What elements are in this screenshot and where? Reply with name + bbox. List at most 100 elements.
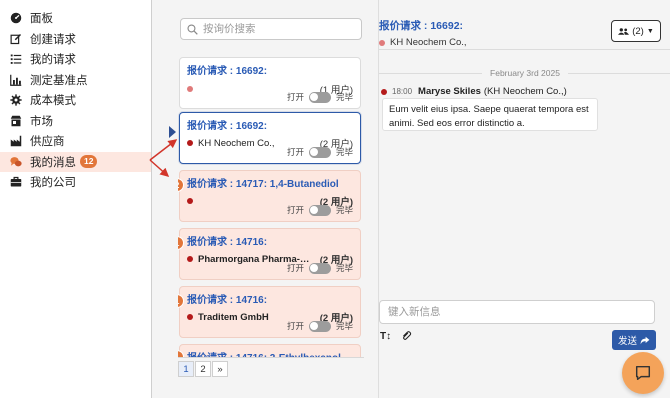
search-icon [187, 23, 198, 35]
open-label: 打开 [286, 205, 304, 215]
status-dot [187, 86, 193, 92]
chat-header: 报价请求 : 16692: KH Neochem Co., (2) ▼ [379, 0, 670, 50]
store-icon [9, 114, 22, 127]
gear-icon [9, 94, 22, 107]
open-done-toggle[interactable] [308, 204, 331, 216]
status-dot [187, 314, 193, 320]
send-button[interactable]: 发送 [612, 330, 656, 350]
bar-chart-icon [9, 73, 22, 86]
edit-icon [9, 32, 22, 45]
request-card[interactable]: 报价请求 : 14716: Traditem GmbH (2 用户) 打开 完毕 [179, 286, 361, 338]
open-done-toggle[interactable] [308, 91, 331, 103]
request-title: 报价请求 : 14716: 2-Ethylhexanol [187, 349, 353, 357]
message-company: (KH Neochem Co.,) [483, 86, 567, 97]
sidebar-item-label: 测定基准点 [30, 74, 88, 87]
request-list-panel: 报价请求 : 16692: (1 用户) 打开 完毕 报价请求 : 16692:… [178, 0, 364, 398]
next-page-button[interactable]: » [212, 361, 228, 377]
attachment-icon[interactable] [401, 331, 412, 342]
sidebar-item-label: 创建请求 [30, 33, 76, 46]
message-bubble: Eum velit eius ipsa. Saepe quaerat tempo… [382, 98, 598, 131]
compose-box[interactable] [379, 300, 655, 324]
status-dot [379, 39, 385, 46]
sidebar-item-market[interactable]: 市场 [0, 111, 151, 132]
request-list: 报价请求 : 16692: (1 用户) 打开 完毕 报价请求 : 16692:… [178, 52, 364, 358]
done-label: 完毕 [335, 321, 353, 331]
page-button[interactable]: 1 [178, 361, 194, 377]
chat-panel: 报价请求 : 16692: KH Neochem Co., (2) ▼ Febr… [378, 0, 670, 398]
message-date: February 3rd 2025 [490, 68, 560, 78]
request-title: 报价请求 : 14716: [187, 237, 268, 248]
briefcase-icon [9, 176, 22, 189]
sidebar-item-cost-model[interactable]: 成本模式 [0, 90, 151, 111]
search-box[interactable] [180, 18, 362, 40]
open-done-toggle[interactable] [308, 146, 331, 158]
request-title: 报价请求 : 14717: 1,4-Butanediol [187, 179, 339, 190]
done-label: 完毕 [335, 205, 353, 215]
sidebar-item-label: 我的请求 [30, 54, 76, 67]
share-arrow-icon [640, 336, 650, 344]
request-title: 报价请求 : 14716: [187, 295, 268, 306]
request-title: 报价请求 : 16692: [187, 121, 268, 132]
sidebar-item-my-messages[interactable]: 我的消息 12 [0, 151, 151, 172]
done-label: 完毕 [335, 263, 353, 273]
status-dot [381, 88, 387, 95]
sidebar-item-label: 市场 [30, 115, 53, 128]
request-card[interactable]: 报价请求 : 14716: 2-Ethylhexanol [179, 344, 361, 357]
sidebar-item-suppliers[interactable]: 供应商 [0, 131, 151, 152]
chat-bubble-icon [635, 365, 651, 381]
request-card-selected[interactable]: 报价请求 : 16692: KH Neochem Co., (2 用户) 打开 … [179, 112, 361, 164]
message-input[interactable] [388, 306, 648, 318]
sidebar-item-label: 面板 [30, 13, 53, 26]
participants-count: (2) [632, 25, 644, 37]
message-author: Maryse Skiles [418, 86, 481, 97]
request-card[interactable]: 报价请求 : 14716: Pharmorgana Pharma-Fein...… [179, 228, 361, 280]
done-label: 完毕 [335, 147, 353, 157]
open-done-toggle[interactable] [308, 320, 331, 332]
sidebar-item-benchmark[interactable]: 测定基准点 [0, 70, 151, 91]
text-format-icon[interactable]: T↕ [380, 331, 391, 342]
list-icon [9, 53, 22, 66]
request-card[interactable]: 报价请求 : 14717: 1,4-Butanediol (2 用户) 打开 完… [179, 170, 361, 222]
sidebar-item-dashboard[interactable]: 面板 [0, 8, 151, 29]
selected-request-marker [169, 126, 176, 138]
sidebar-item-my-requests[interactable]: 我的请求 [0, 49, 151, 70]
dashboard-gauge-icon [9, 12, 22, 25]
open-label: 打开 [286, 147, 304, 157]
search-input[interactable] [203, 23, 353, 35]
request-title: 报价请求 : 16692: [187, 66, 268, 77]
sidebar-item-create-request[interactable]: 创建请求 [0, 29, 151, 50]
request-card[interactable]: 报价请求 : 16692: (1 用户) 打开 完毕 [179, 57, 361, 109]
participants-dropdown-button[interactable]: (2) ▼ [611, 20, 661, 42]
sidebar-item-label: 我的消息 [30, 156, 76, 169]
message-time: 18:00 [392, 87, 413, 96]
open-label: 打开 [286, 321, 304, 331]
open-label: 打开 [286, 92, 304, 102]
send-label: 发送 [617, 336, 637, 347]
chat-subtitle: KH Neochem Co., [390, 37, 467, 48]
unread-count-badge: 12 [80, 155, 98, 169]
sidebar-item-my-company[interactable]: 我的公司 [0, 172, 151, 193]
chat-support-button[interactable] [622, 352, 664, 394]
comments-icon [9, 155, 22, 168]
sidebar-item-label: 供应商 [30, 136, 65, 149]
open-label: 打开 [286, 263, 304, 273]
supplier-name: Traditem GmbH [198, 311, 269, 323]
open-done-toggle[interactable] [308, 262, 331, 274]
sidebar-item-label: 我的公司 [30, 177, 76, 190]
industry-icon [9, 135, 22, 148]
date-separator: February 3rd 2025 [379, 67, 670, 79]
messages-workspace: 报价请求 : 16692: (1 用户) 打开 完毕 报价请求 : 16692:… [152, 0, 670, 398]
supplier-name: KH Neochem Co., [198, 137, 275, 149]
compose-toolbar: T↕ [380, 331, 412, 342]
sidebar-item-label: 成本模式 [30, 95, 76, 108]
chevron-down-icon: ▼ [646, 27, 654, 35]
users-icon [618, 27, 630, 35]
status-dot [187, 198, 193, 204]
status-dot [187, 140, 193, 146]
message-header: 18:00 Maryse Skiles (KH Neochem Co.,) [381, 86, 567, 97]
page-button[interactable]: 2 [195, 361, 211, 377]
status-dot [187, 256, 193, 262]
sidebar: 面板 创建请求 我的请求 测定基准点 成本模式 市场 供应商 我的消息 12 我… [0, 0, 152, 398]
pagination: 1 2 » [178, 361, 229, 377]
done-label: 完毕 [335, 92, 353, 102]
